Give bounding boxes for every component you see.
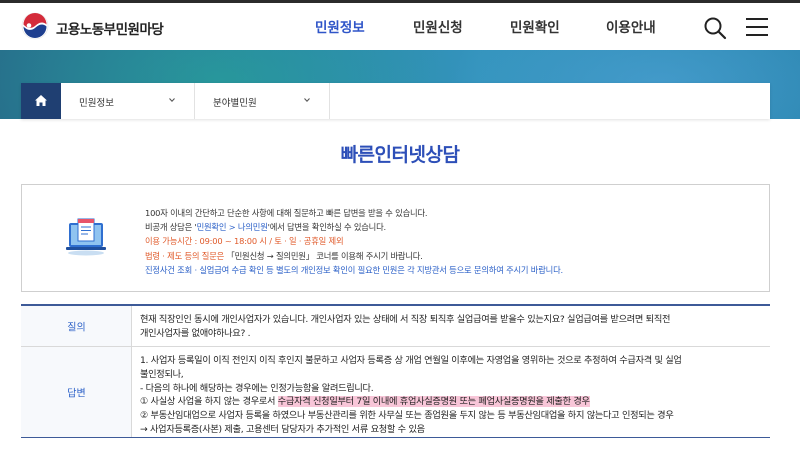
info-line-2: 비공개 상담은 '민원확인 > 나의민원'에서 답변을 확인하실 수 있습니다.	[145, 220, 563, 234]
my-civil-link[interactable]: 민원확인 > 나의민원	[197, 222, 268, 232]
question-label: 질의	[67, 322, 86, 334]
question-text: 현재 직장인인 동시에 개인사업자가 있습니다. 개인사업자 있는 상태에 서 …	[140, 313, 760, 341]
answer-line-2: 불인정되나,	[140, 368, 184, 380]
answer-line-6: → 사업자등록증(사본) 제출, 고용센터 담당자가 추가적인 서류 요청할 수…	[140, 423, 425, 435]
answer-line-3: - 다음의 하나에 해당하는 경우에는 인정가능함을 알려드립니다.	[140, 382, 374, 394]
answer-row: 답변 1. 사업자 등록일이 이직 전인지 이직 후인지 불문하고 사업자 등록…	[21, 347, 770, 438]
nav-item-usage-guide[interactable]: 이용안내	[606, 16, 656, 36]
nav-item-civil-check[interactable]: 민원확인	[510, 16, 560, 36]
info-line-2-post: '에서 답변을 확인하실 수 있습니다.	[267, 222, 387, 233]
info-line-2-pre: 비공개 상담은 '	[145, 222, 197, 233]
site-header: 고용노동부민원마당 민원정보 민원신청 민원확인 이용안내	[0, 3, 800, 50]
nav-item-civil-apply[interactable]: 민원신청	[413, 16, 463, 36]
info-line-5: 진정사건 조회 · 실업급여 수급 확인 등 별도의 개인정보 확인이 필요한 …	[145, 264, 563, 275]
question-line-2: 개인사업자를 없애야하나요? .	[140, 327, 251, 339]
home-icon	[35, 95, 47, 106]
chevron-down-icon	[304, 98, 310, 103]
info-line-4-post: 「민원신청 → 질의민원」 코너를 이용해 주시기 바랍니다.	[224, 250, 423, 261]
answer-line-4-pre: ① 사실상 사업을 하지 않는 경우로서	[140, 396, 278, 408]
breadcrumb-level2-label: 분야별민원	[213, 98, 257, 109]
answer-line-1: 1. 사업자 등록일이 이직 전인지 이직 후인지 불문하고 사업자 등록증 상…	[140, 355, 682, 366]
answer-highlight: 수급자격 신청일부터 7일 이내에 휴업사실증명원 또는 폐업사실증명원을 제출…	[277, 396, 590, 408]
nav-item-civil-info[interactable]: 민원정보	[315, 16, 365, 36]
search-icon[interactable]	[703, 16, 727, 40]
home-button[interactable]	[21, 83, 61, 119]
qa-table: 질의 현재 직장인인 동시에 개인사업자가 있습니다. 개인사업자 있는 상태에…	[21, 304, 770, 438]
site-name[interactable]: 고용노동부민원마당	[56, 18, 164, 38]
info-text: 100자 이내의 간단하고 단순한 사항에 대해 질문하고 빠른 답변을 받을 …	[145, 206, 563, 277]
page-title: 빠른인터넷상담	[340, 144, 460, 166]
question-line-1: 현재 직장인인 동시에 개인사업자가 있습니다. 개인사업자 있는 상태에 서 …	[140, 314, 671, 325]
answer-text: 1. 사업자 등록일이 이직 전인지 이직 후인지 불문하고 사업자 등록증 상…	[140, 354, 760, 437]
info-line-4-pre: 법령 · 제도 등의 질문은	[145, 250, 225, 261]
government-logo-icon[interactable]	[21, 12, 49, 40]
computer-document-icon	[66, 218, 106, 256]
info-line-3-hours: 이용 가능시간 : 09:00 ~ 18:00 시 / 토 · 일 · 공휴일 …	[145, 236, 344, 247]
question-row: 질의 현재 직장인인 동시에 개인사업자가 있습니다. 개인사업자 있는 상태에…	[21, 306, 770, 347]
answer-line-4: ① 사실상 사업을 하지 않는 경우로서 수급자격 신청일부터 7일 이내에 휴…	[140, 395, 760, 409]
chevron-down-icon	[169, 98, 175, 103]
breadcrumb-dropdown-level2[interactable]: 분야별민원	[195, 83, 330, 119]
hamburger-menu-icon[interactable]	[745, 15, 769, 39]
answer-label: 답변	[67, 388, 86, 400]
info-box: 100자 이내의 간단하고 단순한 사항에 대해 질문하고 빠른 답변을 받을 …	[21, 184, 770, 292]
breadcrumb-level1-label: 민원정보	[79, 98, 114, 109]
info-line-1: 100자 이내의 간단하고 단순한 사항에 대해 질문하고 빠른 답변을 받을 …	[145, 208, 428, 218]
breadcrumb: 민원정보 분야별민원	[21, 83, 770, 119]
question-header: 질의	[21, 306, 132, 346]
answer-line-5: ② 부동산임대업으로 사업자 등록을 하였으나 부동산관리를 위한 사무실 또는…	[140, 410, 674, 422]
answer-header: 답변	[21, 347, 132, 437]
info-line-4: 법령 · 제도 등의 질문은 「민원신청 → 질의민원」 코너를 이용해 주시기…	[145, 249, 563, 263]
breadcrumb-dropdown-level1[interactable]: 민원정보	[61, 83, 195, 119]
